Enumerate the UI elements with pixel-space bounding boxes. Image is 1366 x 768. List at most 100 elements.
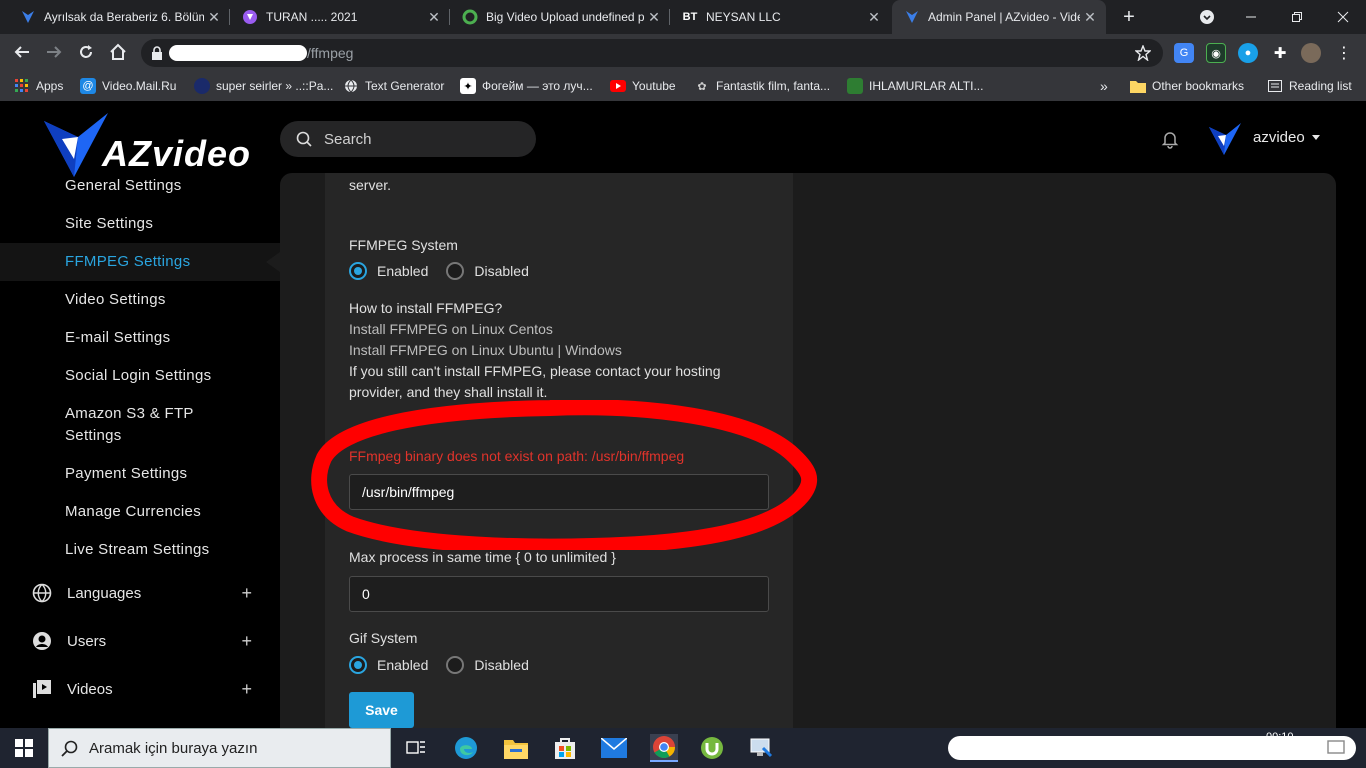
menu-dots-icon[interactable]: ⋮ xyxy=(1334,43,1354,63)
file-explorer-icon[interactable] xyxy=(502,734,530,762)
sidebar-item-video-settings[interactable]: Video Settings xyxy=(65,289,166,311)
bookmarks-overflow[interactable]: » xyxy=(1100,70,1108,102)
user-avatar[interactable] xyxy=(1207,121,1243,157)
azvideo-logo[interactable]: AZvideo xyxy=(40,107,270,181)
taskbar-search-placeholder: Aramak için buraya yazın xyxy=(89,740,258,757)
puzzle-icon: ✦ xyxy=(460,78,476,94)
sidebar-item-manage-currencies[interactable]: Manage Currencies xyxy=(65,501,201,523)
sidebar-section-videos[interactable]: Videos + xyxy=(32,676,252,702)
chrome-taskbar-icon[interactable] xyxy=(650,734,678,762)
screen-extension-icon[interactable]: ◉ xyxy=(1206,43,1226,63)
bt-logo-icon: BT xyxy=(682,11,698,23)
bookmark-item[interactable]: Text Generator xyxy=(343,70,444,102)
close-window-icon[interactable] xyxy=(1320,0,1366,34)
ffmpeg-system-radio-group: Enabled Disabled xyxy=(349,262,529,280)
gif-disabled-radio[interactable] xyxy=(446,656,465,674)
expand-plus-icon[interactable]: + xyxy=(241,631,252,652)
film-icon: ✿ xyxy=(697,80,707,93)
bookmark-star-icon[interactable] xyxy=(1135,45,1151,61)
utorrent-icon[interactable] xyxy=(698,734,726,762)
clock-time: 00:10 xyxy=(1266,731,1294,743)
bookmark-item[interactable]: ✦ Фогейм — это луч... xyxy=(460,70,593,102)
browser-tab[interactable]: TURAN ..... 2021 ✕ xyxy=(230,0,450,34)
bookmark-apps[interactable]: Apps xyxy=(14,70,63,102)
close-tab-icon[interactable]: ✕ xyxy=(204,9,224,26)
description-tail: server. xyxy=(349,177,392,193)
remote-desktop-icon[interactable] xyxy=(747,734,775,762)
bookmark-item[interactable]: ✿ Fantastik film, fanta... xyxy=(694,70,830,102)
chevron-down-icon[interactable] xyxy=(1312,135,1320,140)
task-view-icon[interactable] xyxy=(402,734,430,762)
search-icon xyxy=(296,131,312,147)
new-tab-button[interactable]: + xyxy=(1106,0,1152,34)
ffmpeg-enabled-radio[interactable] xyxy=(349,262,367,280)
profile-avatar-icon[interactable] xyxy=(1301,43,1321,63)
bookmark-item[interactable]: super seirler » ..::Pa... xyxy=(194,70,333,102)
sidebar-section-languages[interactable]: Languages + xyxy=(32,580,252,606)
apps-grid-icon xyxy=(14,78,30,94)
ffmpeg-path-error: FFmpeg binary does not exist on path: /u… xyxy=(349,448,685,464)
edge-browser-icon[interactable] xyxy=(452,734,480,762)
bookmark-item[interactable]: Youtube xyxy=(610,70,676,102)
gif-enabled-radio[interactable] xyxy=(349,656,367,674)
translate-extension-icon[interactable]: G xyxy=(1174,43,1194,63)
install-centos-link[interactable]: Install FFMPEG on Linux Centos xyxy=(349,319,553,340)
azvideo-logo-icon xyxy=(904,9,920,25)
sidebar-item-social-login-settings[interactable]: Social Login Settings xyxy=(65,365,211,387)
ffmpeg-path-input[interactable] xyxy=(349,474,769,510)
sidebar-item-payment-settings[interactable]: Payment Settings xyxy=(65,463,187,485)
sidebar-item-site-settings[interactable]: Site Settings xyxy=(65,213,153,235)
sidebar-item-ffmpeg-settings[interactable]: FFMPEG Settings xyxy=(65,251,190,273)
save-button[interactable]: Save xyxy=(349,692,414,728)
ffmpeg-system-label: FFMPEG System xyxy=(349,237,458,253)
minimize-icon[interactable] xyxy=(1228,0,1274,34)
taskbar-search[interactable]: Aramak için buraya yazın xyxy=(48,728,391,768)
windows-start-icon[interactable] xyxy=(10,734,38,762)
microsoft-store-icon[interactable] xyxy=(551,734,579,762)
search-bar[interactable] xyxy=(280,121,536,157)
user-circle-icon xyxy=(33,632,51,650)
windows-taskbar: Aramak için buraya yazın 00:10 xyxy=(0,728,1366,768)
how-to-install-title: How to install FFMPEG? xyxy=(349,300,503,316)
extensions-puzzle-icon[interactable]: ✚ xyxy=(1270,43,1290,63)
back-icon[interactable] xyxy=(8,38,36,66)
tab-search-icon[interactable] xyxy=(1184,0,1230,34)
notification-center-icon[interactable] xyxy=(1322,734,1350,762)
browser-tab-active[interactable]: Admin Panel | AZvideo - Vide ✕ xyxy=(892,0,1106,34)
sidebar-item-live-stream-settings[interactable]: Live Stream Settings xyxy=(65,539,209,561)
forward-icon[interactable] xyxy=(40,38,68,66)
close-tab-icon[interactable]: ✕ xyxy=(864,9,884,26)
browser-tab[interactable]: Big Video Upload undefined p ✕ xyxy=(450,0,670,34)
bookmark-item[interactable]: @ Video.Mail.Ru xyxy=(80,70,176,102)
reading-list[interactable]: Reading list xyxy=(1267,70,1352,102)
mail-icon[interactable] xyxy=(600,734,628,762)
max-process-input[interactable] xyxy=(349,576,769,612)
expand-plus-icon[interactable]: + xyxy=(241,583,252,604)
browser-tab[interactable]: Ayrılsak da Beraberiz 6. Bölüm ✕ xyxy=(8,0,230,34)
sidebar-item-email-settings[interactable]: E-mail Settings xyxy=(65,327,170,349)
username[interactable]: azvideo xyxy=(1253,129,1305,146)
tray-redaction xyxy=(948,736,1356,760)
globe-icon xyxy=(32,583,52,603)
close-tab-icon[interactable]: ✕ xyxy=(1080,9,1100,26)
sidebar-item-amazon-s3-ftp-settings[interactable]: Amazon S3 & FTP Settings xyxy=(65,403,225,447)
other-bookmarks[interactable]: Other bookmarks xyxy=(1130,70,1244,102)
home-icon[interactable] xyxy=(104,38,132,66)
sidebar-section-users[interactable]: Users + xyxy=(32,628,252,654)
close-tab-icon[interactable]: ✕ xyxy=(424,9,444,26)
address-bar[interactable]: /ffmpeg xyxy=(141,39,1163,67)
expand-plus-icon[interactable]: + xyxy=(241,679,252,700)
close-tab-icon[interactable]: ✕ xyxy=(644,9,664,26)
help-text-line-2: provider, and they shall install it. xyxy=(349,384,548,400)
notification-bell-icon[interactable] xyxy=(1160,129,1180,149)
browser-tab[interactable]: BT NEYSAN LLC ✕ xyxy=(670,0,890,34)
folder-icon xyxy=(1130,78,1146,94)
search-input[interactable] xyxy=(324,121,524,157)
ffmpeg-disabled-radio[interactable] xyxy=(446,262,465,280)
sidebar-item-general-settings[interactable]: General Settings xyxy=(65,175,182,197)
circle-extension-icon[interactable]: ● xyxy=(1238,43,1258,63)
bookmark-item[interactable]: IHLAMURLAR ALTI... xyxy=(847,70,983,102)
restore-icon[interactable] xyxy=(1274,0,1320,34)
reload-icon[interactable] xyxy=(72,38,100,66)
install-ubuntu-windows-link[interactable]: Install FFMPEG on Linux Ubuntu | Windows xyxy=(349,340,622,361)
